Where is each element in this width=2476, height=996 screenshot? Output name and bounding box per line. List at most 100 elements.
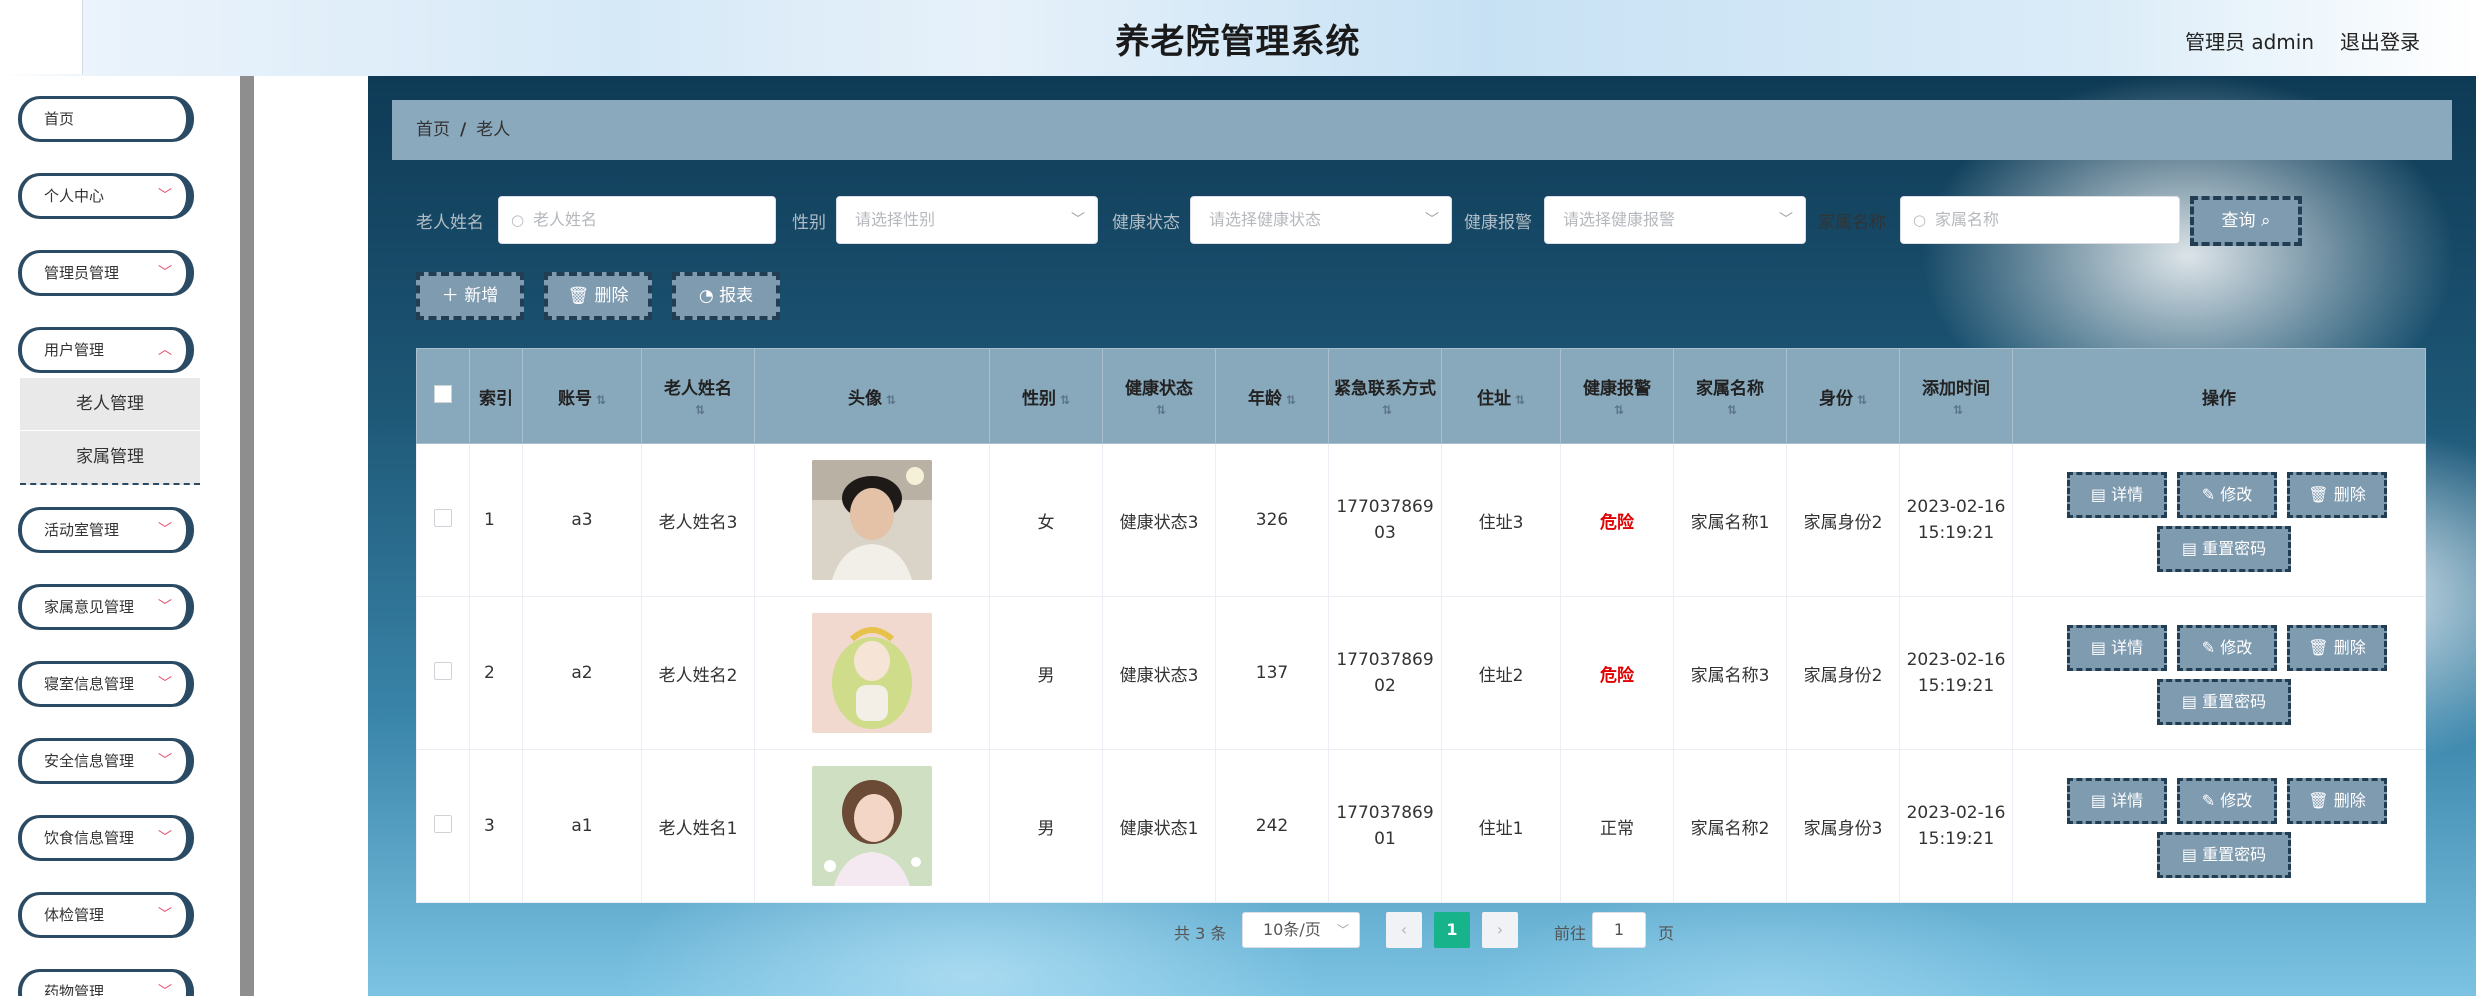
select-all-checkbox[interactable] bbox=[434, 384, 452, 403]
trash-icon: 🗑 bbox=[2308, 485, 2329, 504]
alert-select[interactable]: 请选择健康报警 ﹀ bbox=[1544, 196, 1806, 244]
filter-health-label: 健康状态 bbox=[1112, 213, 1180, 233]
button-label: 删除 bbox=[2333, 638, 2366, 657]
breadcrumb-home[interactable]: 首页 bbox=[416, 120, 450, 140]
chevron-down-icon: ﹀ bbox=[158, 265, 172, 281]
sort-icon[interactable]: ⇅ bbox=[1286, 393, 1296, 407]
reset-password-button[interactable]: ▤ 重置密码 bbox=[2157, 526, 2291, 572]
sidebar-item-home[interactable]: 首页 bbox=[18, 96, 194, 142]
sidebar-item-safety[interactable]: 安全信息管理 ﹀ bbox=[18, 738, 194, 784]
submenu-family[interactable]: 家属管理 bbox=[20, 431, 200, 485]
sort-icon[interactable]: ⇅ bbox=[1382, 403, 1392, 417]
sidebar-scrollbar[interactable] bbox=[240, 76, 254, 996]
sort-icon[interactable]: ⇅ bbox=[1060, 393, 1070, 407]
sort-icon[interactable]: ⇅ bbox=[1614, 403, 1624, 417]
add-button-label: 新增 bbox=[464, 286, 499, 306]
col-name[interactable]: 老人姓名 ⇅ bbox=[641, 348, 755, 444]
bulk-delete-button[interactable]: 🗑 删除 bbox=[544, 272, 652, 320]
sort-icon[interactable]: ⇅ bbox=[1953, 403, 1963, 417]
health-select[interactable]: 请选择健康状态 ﹀ bbox=[1190, 196, 1452, 244]
select-all-header[interactable] bbox=[416, 348, 470, 444]
chevron-down-icon: ﹀ bbox=[158, 188, 172, 204]
row-select-cell[interactable] bbox=[416, 443, 470, 597]
page-size-select[interactable]: 10条/页 ﹀ bbox=[1242, 912, 1360, 948]
document-icon: ▤ bbox=[2181, 845, 2197, 864]
name-search-input[interactable]: ○ 老人姓名 bbox=[498, 196, 776, 244]
row-select-cell[interactable] bbox=[416, 596, 470, 750]
col-alert[interactable]: 健康报警 ⇅ bbox=[1560, 348, 1674, 444]
current-user: 管理员 admin bbox=[2184, 30, 2314, 54]
sidebar-item-label: 药物管理 bbox=[44, 983, 105, 996]
col-address[interactable]: 住址 ⇅ bbox=[1441, 348, 1561, 444]
sidebar-item-dorm[interactable]: 寝室信息管理 ﹀ bbox=[18, 661, 194, 707]
row-actions: ▤ 详情 ✎ 修改 🗑 删除 ▤ 重置密码 bbox=[2059, 458, 2387, 582]
sort-icon[interactable]: ⇅ bbox=[596, 393, 606, 407]
col-age[interactable]: 年龄 ⇅ bbox=[1215, 348, 1329, 444]
main-content: 首页 / 老人 老人姓名 ○ 老人姓名 性别 请选择性别 ﹀ 健康状态 请选择健康状态 ﹀… bbox=[368, 76, 2476, 996]
plus-icon: ＋ bbox=[441, 286, 459, 306]
sidebar-item-users[interactable]: 用户管理 ︿ bbox=[18, 327, 194, 373]
col-contact[interactable]: 紧急联系方式 ⇅ bbox=[1328, 348, 1442, 444]
col-account[interactable]: 账号 ⇅ bbox=[522, 348, 642, 444]
cell-address: 住址1 bbox=[1441, 749, 1561, 903]
cell-added: 2023-02-16 15:19:21 bbox=[1899, 749, 2013, 903]
avatar[interactable] bbox=[812, 613, 932, 733]
delete-button[interactable]: 🗑 删除 bbox=[2287, 472, 2387, 518]
logout-link[interactable]: 退出登录 bbox=[2340, 26, 2420, 55]
col-added[interactable]: 添加时间 ⇅ bbox=[1899, 348, 2013, 444]
trash-icon: 🗑 bbox=[2308, 791, 2329, 810]
add-button[interactable]: ＋ 新增 bbox=[416, 272, 524, 320]
sort-icon[interactable]: ⇅ bbox=[1515, 393, 1525, 407]
query-button[interactable]: 查询 ⌕ bbox=[2190, 196, 2302, 246]
document-icon: ▤ bbox=[2181, 692, 2197, 711]
sidebar-item-checkup[interactable]: 体检管理 ﹀ bbox=[18, 892, 194, 938]
goto-page-input[interactable]: 1 bbox=[1592, 912, 1646, 948]
chevron-down-icon: ﹀ bbox=[1336, 923, 1349, 937]
row-select-cell[interactable] bbox=[416, 749, 470, 903]
col-family[interactable]: 家属名称 ⇅ bbox=[1673, 348, 1787, 444]
col-gender[interactable]: 性别 ⇅ bbox=[989, 348, 1103, 444]
prev-page-button[interactable]: ‹ bbox=[1386, 912, 1422, 948]
sort-icon[interactable]: ⇅ bbox=[1857, 393, 1867, 407]
next-page-button[interactable]: › bbox=[1482, 912, 1518, 948]
col-identity[interactable]: 身份 ⇅ bbox=[1786, 348, 1900, 444]
sidebar-item-diet[interactable]: 饮食信息管理 ﹀ bbox=[18, 815, 194, 861]
document-icon: ▤ bbox=[2090, 638, 2106, 657]
sidebar-item-feedback[interactable]: 家属意见管理 ﹀ bbox=[18, 584, 194, 630]
col-health[interactable]: 健康状态 ⇅ bbox=[1102, 348, 1216, 444]
row-checkbox[interactable] bbox=[434, 661, 452, 680]
avatar[interactable] bbox=[812, 460, 932, 580]
gender-select[interactable]: 请选择性别 ﹀ bbox=[836, 196, 1098, 244]
reset-password-button[interactable]: ▤ 重置密码 bbox=[2157, 679, 2291, 725]
report-button[interactable]: ◔ 报表 bbox=[672, 272, 780, 320]
delete-button[interactable]: 🗑 删除 bbox=[2287, 778, 2387, 824]
reset-password-button[interactable]: ▤ 重置密码 bbox=[2157, 832, 2291, 878]
avatar[interactable] bbox=[812, 766, 932, 886]
edit-button[interactable]: ✎ 修改 bbox=[2177, 472, 2277, 518]
page-number-current[interactable]: 1 bbox=[1434, 912, 1470, 948]
submenu-elderly[interactable]: 老人管理 bbox=[20, 378, 200, 430]
cell-avatar bbox=[754, 443, 990, 597]
detail-button[interactable]: ▤ 详情 bbox=[2067, 472, 2167, 518]
sort-icon[interactable]: ⇅ bbox=[695, 403, 705, 417]
breadcrumb: 首页 / 老人 bbox=[392, 100, 2452, 160]
sidebar-item-profile[interactable]: 个人中心 ﹀ bbox=[18, 173, 194, 219]
sidebar-item-admin[interactable]: 管理员管理 ﹀ bbox=[18, 250, 194, 296]
row-checkbox[interactable] bbox=[434, 508, 452, 527]
family-search-input[interactable]: ○ 家属名称 bbox=[1900, 196, 2180, 244]
button-label: 删除 bbox=[2333, 485, 2366, 504]
col-ops: 操作 bbox=[2012, 348, 2426, 444]
sort-icon[interactable]: ⇅ bbox=[1727, 403, 1737, 417]
detail-button[interactable]: ▤ 详情 bbox=[2067, 778, 2167, 824]
sidebar-item-medicine[interactable]: 药物管理 ﹀ bbox=[18, 969, 194, 996]
sort-icon[interactable]: ⇅ bbox=[1156, 403, 1166, 417]
detail-button[interactable]: ▤ 详情 bbox=[2067, 625, 2167, 671]
col-avatar[interactable]: 头像 ⇅ bbox=[754, 348, 990, 444]
edit-button[interactable]: ✎ 修改 bbox=[2177, 625, 2277, 671]
edit-icon: ✎ bbox=[2201, 638, 2216, 657]
row-checkbox[interactable] bbox=[434, 814, 452, 833]
delete-button[interactable]: 🗑 删除 bbox=[2287, 625, 2387, 671]
sidebar-item-activity[interactable]: 活动室管理 ﹀ bbox=[18, 507, 194, 553]
edit-button[interactable]: ✎ 修改 bbox=[2177, 778, 2277, 824]
sort-icon[interactable]: ⇅ bbox=[886, 393, 896, 407]
